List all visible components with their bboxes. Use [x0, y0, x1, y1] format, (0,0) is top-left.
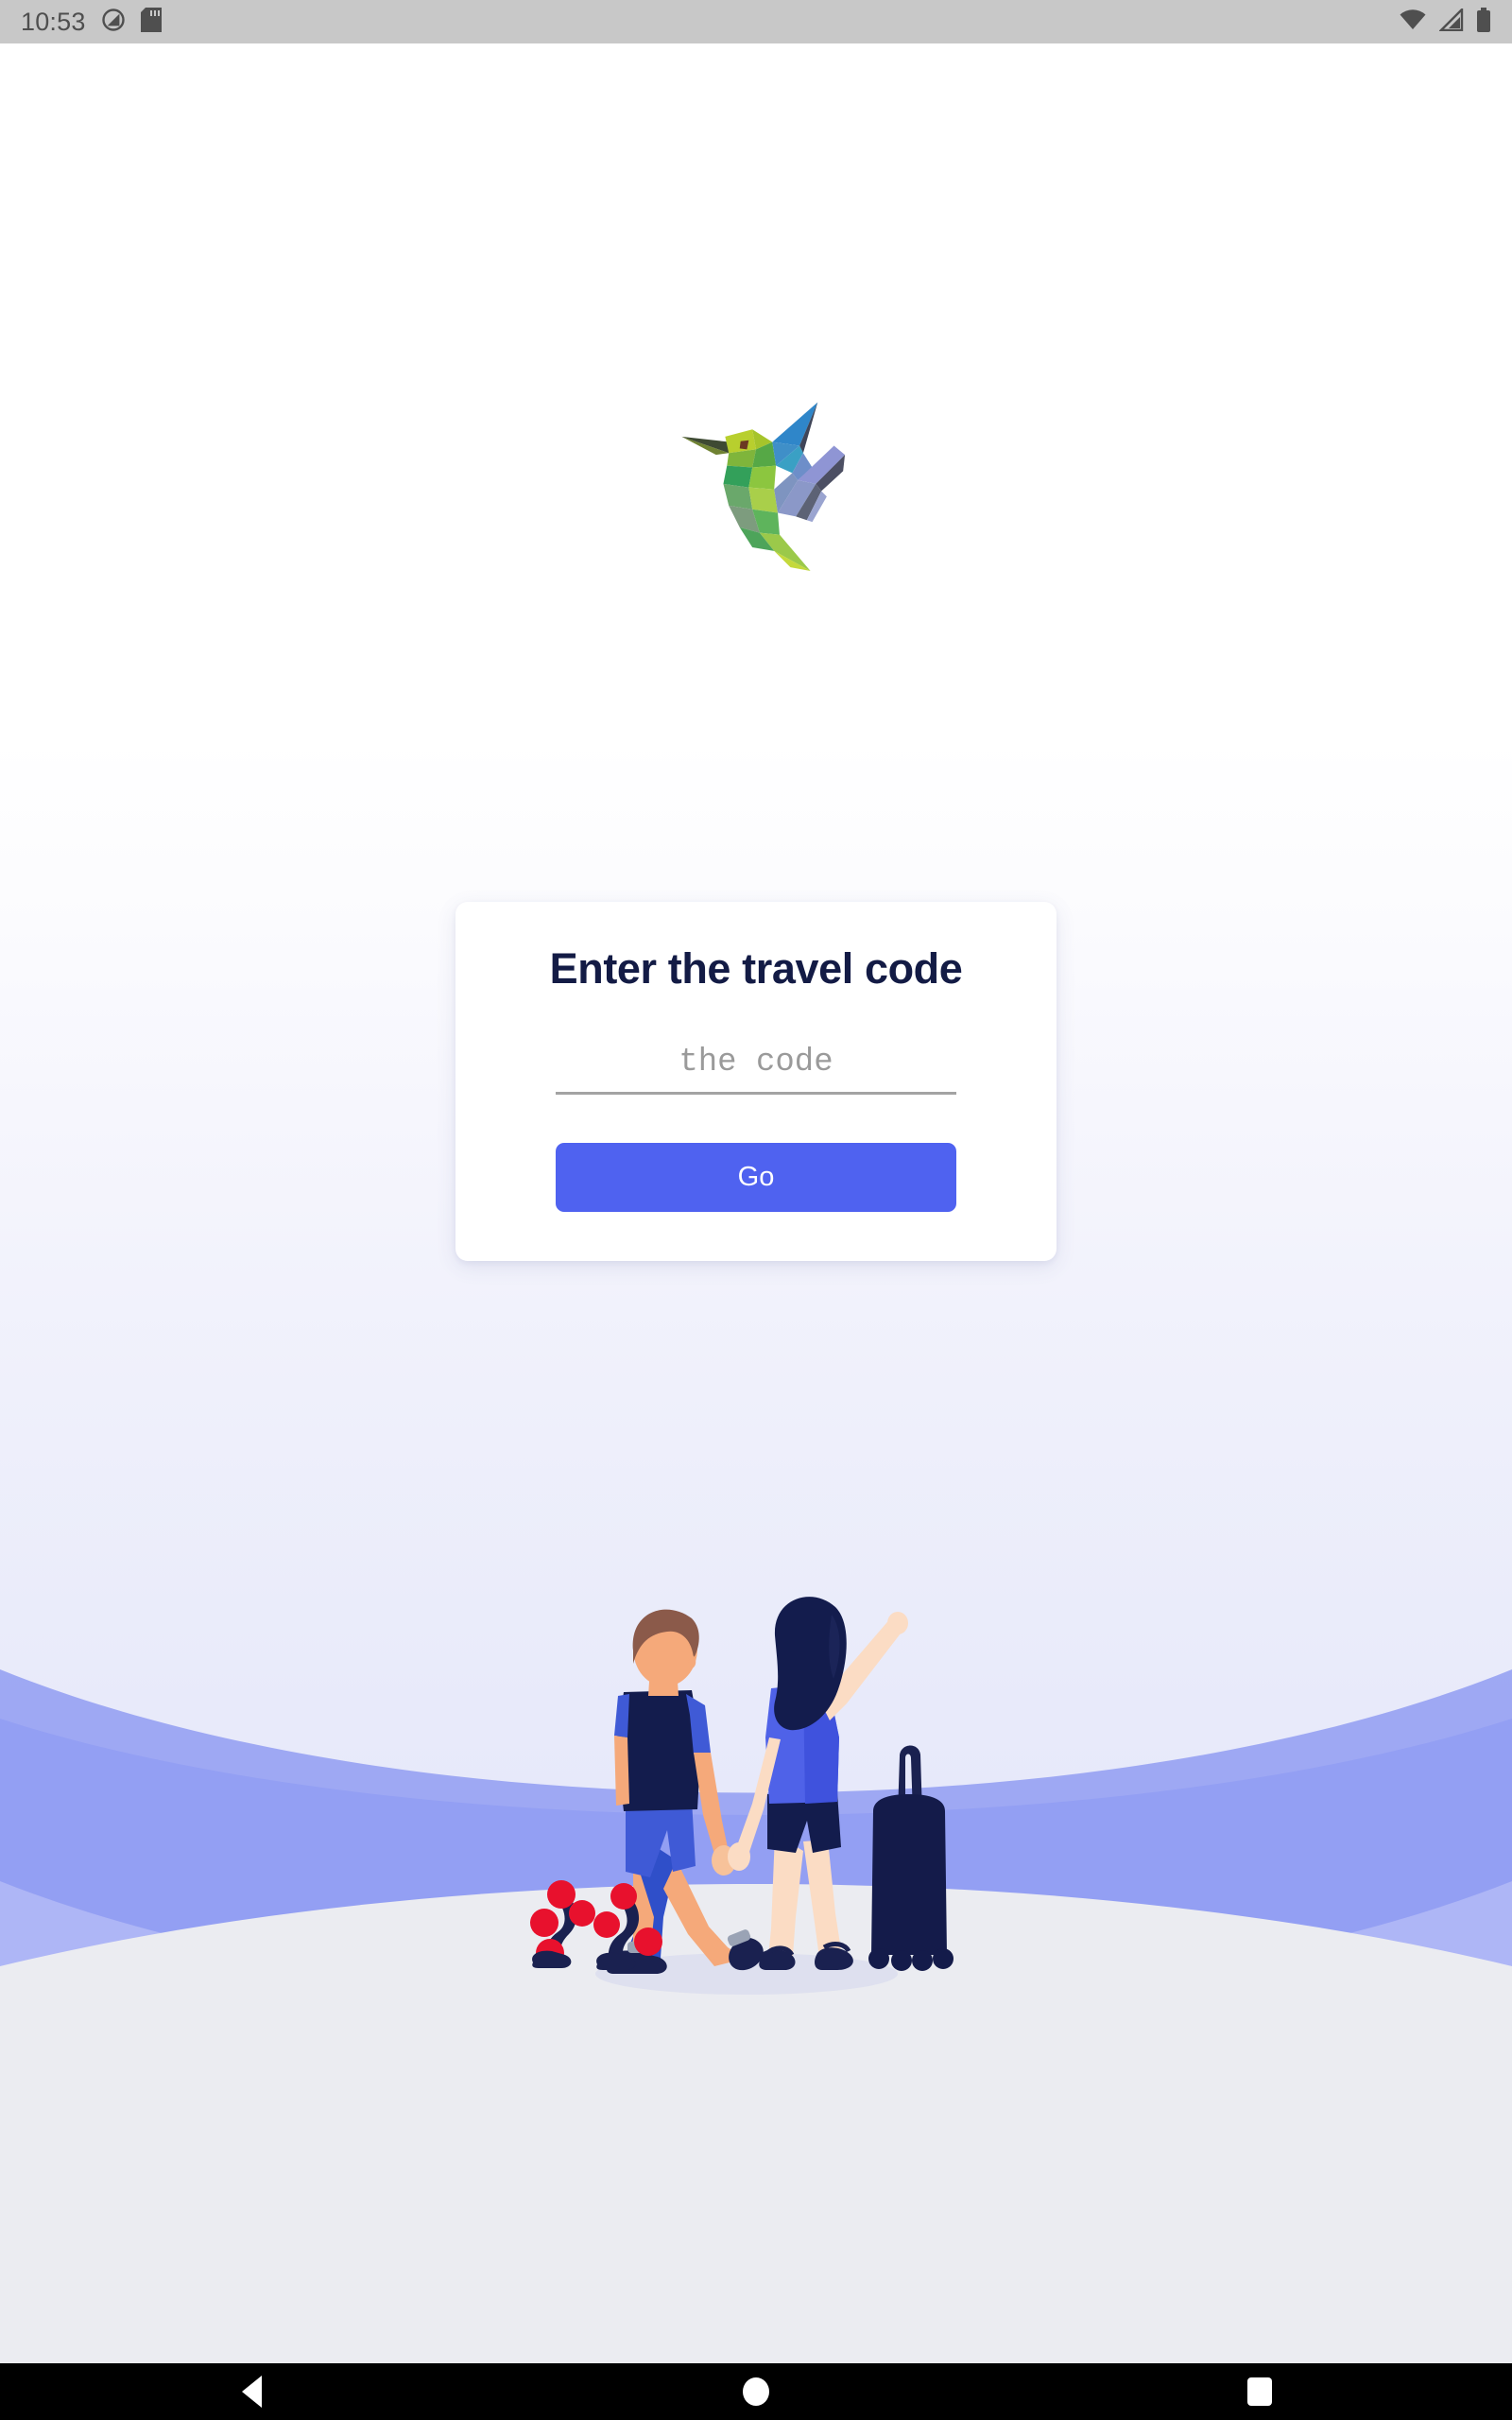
travel-code-field — [556, 1045, 956, 1095]
recents-square-icon — [1247, 2377, 1273, 2406]
cellular-signal-icon — [1438, 6, 1464, 36]
travel-code-input[interactable] — [556, 1045, 956, 1092]
android-navigation-bar — [0, 2363, 1512, 2420]
travel-code-card: Enter the travel code Go — [455, 902, 1057, 1261]
status-bar: 10:53 — [0, 0, 1512, 43]
page-title: Enter the travel code — [549, 944, 963, 993]
nav-home-button[interactable] — [699, 2363, 813, 2420]
status-bar-left: 10:53 — [21, 7, 162, 37]
phone-screen: 10:53 Enter the travel code the code Go — [0, 0, 1512, 2420]
do-not-disturb-icon — [101, 8, 126, 37]
sd-card-icon — [140, 7, 162, 37]
home-circle-icon — [742, 2377, 769, 2406]
back-triangle-icon — [242, 2376, 263, 2408]
battery-icon — [1476, 7, 1491, 37]
app-background: Enter the travel code Go — [0, 43, 1512, 2363]
input-underline — [556, 1092, 956, 1095]
go-button[interactable]: Go — [556, 1143, 956, 1212]
status-bar-right — [1399, 6, 1491, 37]
nav-recents-button[interactable] — [1203, 2363, 1316, 2420]
travel-couple-illustration — [491, 1577, 1021, 2012]
status-bar-clock: 10:53 — [21, 7, 86, 36]
nav-back-button[interactable] — [196, 2363, 309, 2420]
wifi-icon — [1399, 9, 1427, 36]
hummingbird-logo — [0, 388, 1512, 573]
